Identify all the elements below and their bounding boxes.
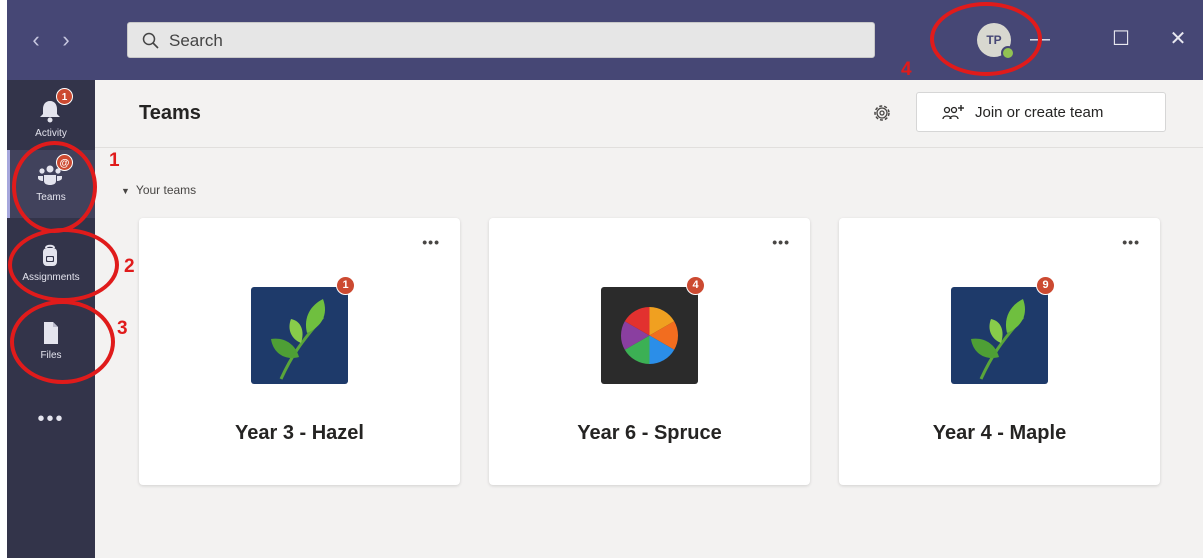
maximize-button[interactable]: ☐ xyxy=(1108,25,1134,53)
team-avatar xyxy=(251,287,348,384)
appbar-label-activity: Activity xyxy=(35,128,67,139)
gear-icon[interactable] xyxy=(871,102,893,124)
join-button-label: Join or create team xyxy=(975,104,1104,121)
color-wheel-icon xyxy=(620,307,679,364)
add-team-icon xyxy=(942,105,964,120)
section-label: Your teams xyxy=(135,183,197,197)
more-options-button[interactable]: ••• xyxy=(772,234,790,250)
page-header: Teams Join or create team xyxy=(95,80,1203,148)
team-name: Year 6 - Spruce xyxy=(577,422,722,444)
join-or-create-team-button[interactable]: Join or create team xyxy=(916,92,1166,132)
annotation-number: 3 xyxy=(117,318,128,339)
annotation-circle-assignments xyxy=(8,228,119,302)
search-icon xyxy=(142,32,159,49)
annotation-number: 4 xyxy=(901,59,912,80)
window-edge xyxy=(0,0,7,558)
back-button[interactable]: ‹ xyxy=(24,26,48,54)
leaf-icon xyxy=(971,299,1026,380)
annotation-circle-files xyxy=(10,300,115,384)
team-card-year-4-maple[interactable]: ••• 9 Year 4 - Maple xyxy=(839,218,1160,485)
team-name: Year 4 - Maple xyxy=(932,422,1067,444)
team-avatar xyxy=(951,287,1048,384)
your-teams-section-toggle[interactable]: ▼ Your teams xyxy=(121,183,196,197)
annotation-circle-profile xyxy=(930,2,1042,76)
more-options-button[interactable]: ••• xyxy=(422,234,440,250)
activity-badge: 1 xyxy=(56,88,73,105)
team-card-year-6-spruce[interactable]: ••• 4 Year 6 - Spruce xyxy=(489,218,810,485)
team-card-year-3-hazel[interactable]: ••• 1 Year 3 - Hazel xyxy=(139,218,460,485)
team-notification-badge: 9 xyxy=(1036,276,1055,295)
more-apps-button[interactable]: ••• xyxy=(7,408,95,431)
page-title: Teams xyxy=(139,102,201,124)
team-name: Year 3 - Hazel xyxy=(235,422,364,444)
forward-button[interactable]: › xyxy=(54,26,78,54)
more-options-button[interactable]: ••• xyxy=(1122,234,1140,250)
annotation-number: 2 xyxy=(124,256,135,277)
team-avatar xyxy=(601,287,698,384)
main-content: Teams Join or create team ▼ Your teams ••… xyxy=(95,80,1203,558)
search-placeholder: Search xyxy=(169,31,223,50)
annotation-number: 1 xyxy=(109,150,120,171)
annotation-circle-teams xyxy=(12,141,97,233)
team-notification-badge: 1 xyxy=(336,276,355,295)
search-input[interactable]: Search xyxy=(127,22,875,58)
caret-down-icon: ▼ xyxy=(121,186,130,196)
close-button[interactable]: ✕ xyxy=(1165,25,1191,53)
leaf-icon xyxy=(271,299,326,380)
team-notification-badge: 4 xyxy=(686,276,705,295)
